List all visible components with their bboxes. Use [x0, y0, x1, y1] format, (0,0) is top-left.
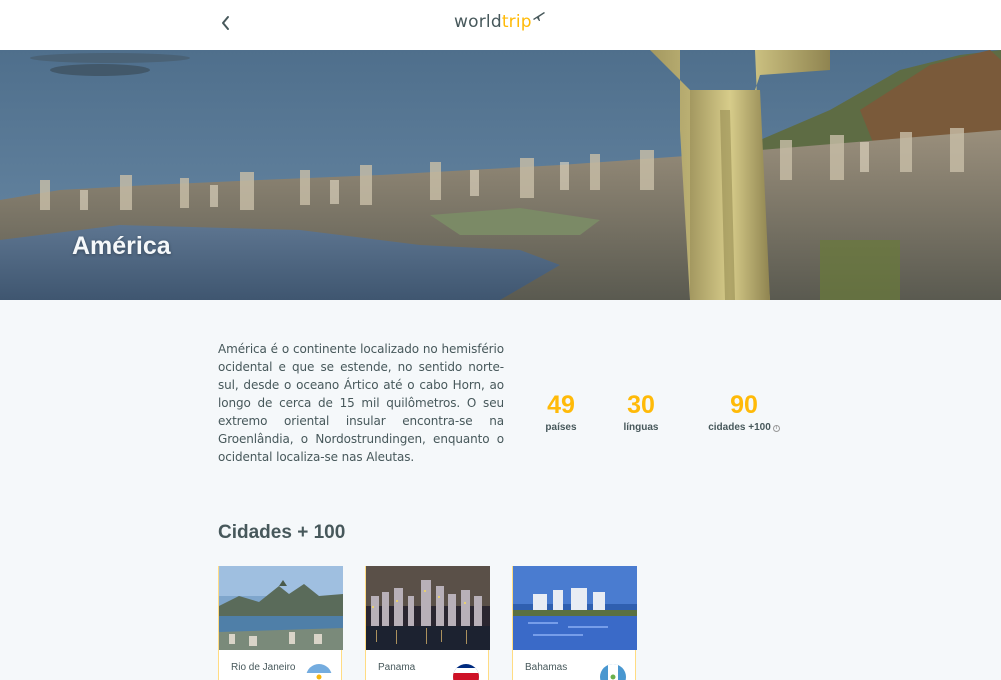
city-name: Rio de Janeiro [231, 662, 296, 673]
city-photo [219, 566, 343, 650]
stat-countries: 49 países [540, 390, 582, 433]
city-photo [366, 566, 490, 650]
banner-image [0, 50, 1001, 300]
city-name: Bahamas [525, 662, 568, 673]
worldtrip-logo[interactable]: world trip [454, 12, 545, 38]
city-name: Panama [378, 662, 416, 673]
airplane-icon [533, 12, 545, 21]
stat-countries-label: países [545, 422, 577, 433]
stat-countries-value: 49 [547, 391, 575, 419]
guatemala-flag-icon [600, 664, 626, 680]
stat-cities-label: cidades +100 [708, 422, 771, 433]
stat-cities: 90 cidades +100 i [704, 390, 784, 433]
city-photo [513, 566, 637, 650]
back-button[interactable] [216, 13, 236, 35]
logo-world-text: world [454, 12, 502, 32]
logo-trip-text: trip [501, 12, 532, 32]
continent-title: América [72, 232, 171, 260]
chevron-left-icon [222, 15, 229, 30]
city-card-bahamas[interactable]: Bahamas [512, 566, 637, 680]
stat-languages-value: 30 [627, 391, 655, 419]
stat-cities-label-row: cidades +100 i [704, 422, 784, 433]
header: world trip [0, 0, 1001, 50]
city-card-panama[interactable]: Panama [365, 566, 490, 680]
argentina-flag-icon [306, 664, 332, 680]
info-icon[interactable]: i [772, 425, 780, 432]
cities-section-title: Cidades + 100 [218, 522, 346, 543]
stat-languages: 30 línguas [620, 390, 662, 433]
continent-description: América é o continente localizado no hem… [218, 342, 504, 464]
stat-languages-label: línguas [623, 422, 659, 433]
stat-cities-value: 90 [730, 391, 758, 419]
continent-banner: América [0, 50, 1001, 300]
city-card-rio-de-janeiro[interactable]: Rio de Janeiro [218, 566, 343, 680]
costa-rica-flag-icon [453, 664, 479, 680]
